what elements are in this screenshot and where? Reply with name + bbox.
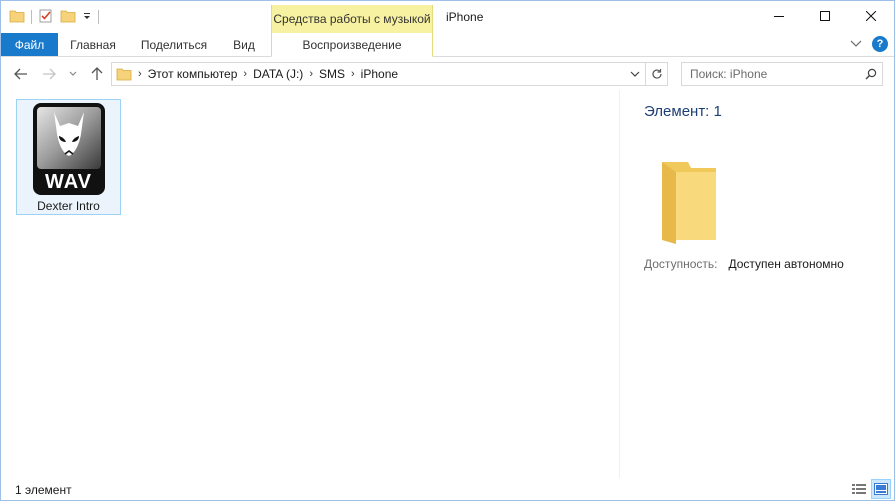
availability-label: Доступность: [644, 257, 718, 271]
refresh-icon [651, 69, 662, 79]
minimize-button[interactable] [756, 1, 802, 31]
navigation-bar: › Этот компьютер › DATA (J:) › SMS › iPh… [1, 58, 894, 90]
details-pane: Элемент: 1 Доступность: Доступен автоном… [619, 90, 894, 478]
up-button[interactable] [87, 64, 107, 84]
file-list[interactable]: WAV Dexter Intro [1, 90, 619, 478]
quick-access-toolbar [9, 7, 99, 27]
up-arrow-icon [91, 67, 103, 80]
breadcrumb-separator[interactable]: › [307, 68, 315, 80]
close-button[interactable] [848, 1, 894, 31]
breadcrumb-separator[interactable]: › [241, 68, 249, 80]
chevron-down-icon [69, 71, 77, 76]
ribbon-tabs: Файл Главная Поделиться Вид Воспроизведе… [1, 33, 894, 57]
breadcrumb-item[interactable]: SMS [315, 67, 349, 81]
address-history-dropdown[interactable] [625, 63, 645, 85]
qat-separator [31, 10, 32, 24]
details-view-button[interactable] [849, 479, 869, 499]
refresh-button[interactable] [645, 63, 667, 85]
details-title: Элемент: 1 [644, 103, 722, 120]
customize-qat-icon[interactable] [82, 10, 92, 24]
expand-ribbon-icon[interactable] [850, 37, 862, 51]
new-folder-icon[interactable] [60, 9, 76, 26]
title-bar: Средства работы с музыкой iPhone [1, 1, 894, 33]
file-item[interactable]: WAV Dexter Intro [16, 99, 121, 215]
help-icon[interactable]: ? [872, 36, 888, 52]
large-icons-view-button[interactable] [871, 479, 891, 499]
maximize-icon [820, 11, 830, 21]
breadcrumb: › Этот компьютер › DATA (J:) › SMS › iPh… [112, 67, 625, 81]
breadcrumb-separator[interactable]: › [136, 68, 144, 80]
folder-icon[interactable] [9, 9, 25, 26]
back-arrow-icon [14, 68, 27, 80]
search-box[interactable] [681, 62, 883, 86]
forward-button[interactable] [39, 64, 59, 84]
ribbon-right-controls: ? [850, 36, 888, 52]
window-title: iPhone [446, 10, 484, 24]
tab-share[interactable]: Поделиться [131, 33, 217, 56]
maximize-button[interactable] [802, 1, 848, 31]
availability-row: Доступность: Доступен автономно [644, 257, 844, 271]
view-switcher [849, 479, 891, 499]
breadcrumb-item[interactable]: Этот компьютер [144, 67, 242, 81]
explorer-window: Средства работы с музыкой iPhone Файл Гл… [0, 0, 895, 501]
tab-view[interactable]: Вид [223, 33, 265, 56]
large-icons-view-icon [874, 483, 888, 495]
file-name: Dexter Intro [37, 199, 100, 213]
context-group-header: Средства работы с музыкой [271, 5, 433, 33]
minimize-icon [774, 16, 784, 17]
folder-icon [116, 67, 136, 81]
breadcrumb-item[interactable]: iPhone [357, 67, 402, 81]
properties-checkmark-icon[interactable] [38, 8, 54, 27]
address-bar[interactable]: › Этот компьютер › DATA (J:) › SMS › iPh… [111, 62, 668, 86]
chevron-down-icon [630, 71, 640, 77]
item-count: 1 элемент [15, 483, 72, 497]
details-view-icon [852, 484, 866, 494]
qat-separator [98, 10, 99, 24]
breadcrumb-separator[interactable]: › [349, 68, 357, 80]
availability-value: Доступен автономно [728, 257, 844, 271]
tab-file[interactable]: Файл [1, 33, 58, 56]
search-input[interactable] [690, 67, 860, 81]
close-icon [866, 11, 876, 21]
recent-locations-button[interactable] [63, 64, 83, 84]
back-button[interactable] [11, 64, 31, 84]
tab-home[interactable]: Главная [61, 33, 125, 56]
caption-buttons [756, 1, 894, 31]
forward-arrow-icon [43, 68, 56, 80]
folder-icon [662, 162, 716, 244]
tab-playback[interactable]: Воспроизведение [271, 33, 433, 57]
status-bar: 1 элемент [1, 478, 894, 500]
file-type-badge: WAV [44, 171, 93, 193]
search-icon[interactable] [860, 63, 882, 85]
breadcrumb-item[interactable]: DATA (J:) [249, 67, 307, 81]
